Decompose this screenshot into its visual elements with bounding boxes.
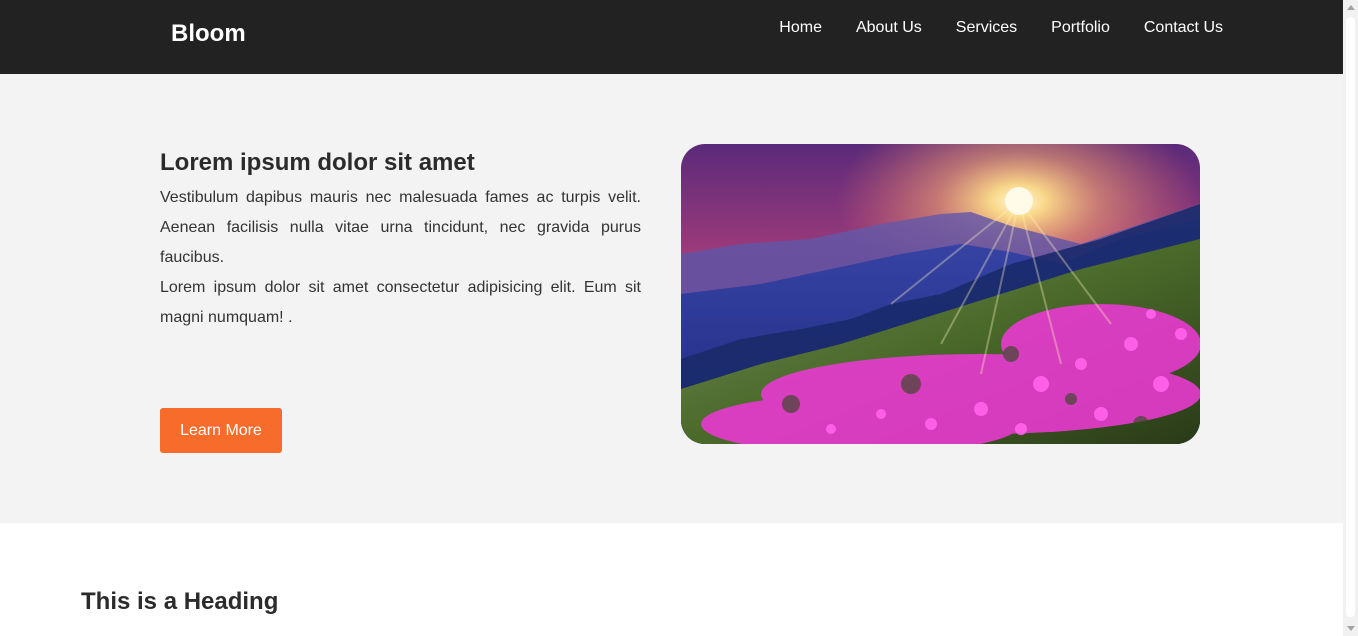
content-section: This is a Heading (0, 523, 1343, 636)
hero-section: Lorem ipsum dolor sit amet Vestibulum da… (0, 74, 1343, 523)
brand-logo[interactable]: Bloom (171, 20, 246, 48)
hero-image (681, 144, 1200, 444)
nav-about-us[interactable]: About Us (856, 18, 922, 38)
vertical-scrollbar[interactable] (1343, 0, 1358, 636)
scroll-up-icon[interactable] (1343, 0, 1358, 15)
nav-services[interactable]: Services (956, 18, 1017, 38)
section-heading: This is a Heading (81, 588, 279, 615)
nav-contact-us[interactable]: Contact Us (1144, 18, 1223, 38)
learn-more-button[interactable]: Learn More (160, 408, 282, 453)
scroll-down-icon[interactable] (1343, 621, 1358, 636)
hero-paragraph-2: Lorem ipsum dolor sit amet consectetur a… (160, 279, 641, 326)
scroll-thumb[interactable] (1346, 17, 1355, 617)
hero-text: Lorem ipsum dolor sit amet Vestibulum da… (160, 149, 641, 333)
hero-paragraph-1: Vestibulum dapibus mauris nec malesuada … (160, 189, 641, 266)
nav-home[interactable]: Home (779, 18, 822, 38)
main-nav: Home About Us Services Portfolio Contact… (779, 18, 1223, 38)
page: Bloom Home About Us Services Portfolio C… (0, 0, 1343, 636)
hero-title: Lorem ipsum dolor sit amet (160, 149, 475, 176)
site-header: Bloom Home About Us Services Portfolio C… (0, 0, 1343, 74)
nav-portfolio[interactable]: Portfolio (1051, 18, 1110, 38)
